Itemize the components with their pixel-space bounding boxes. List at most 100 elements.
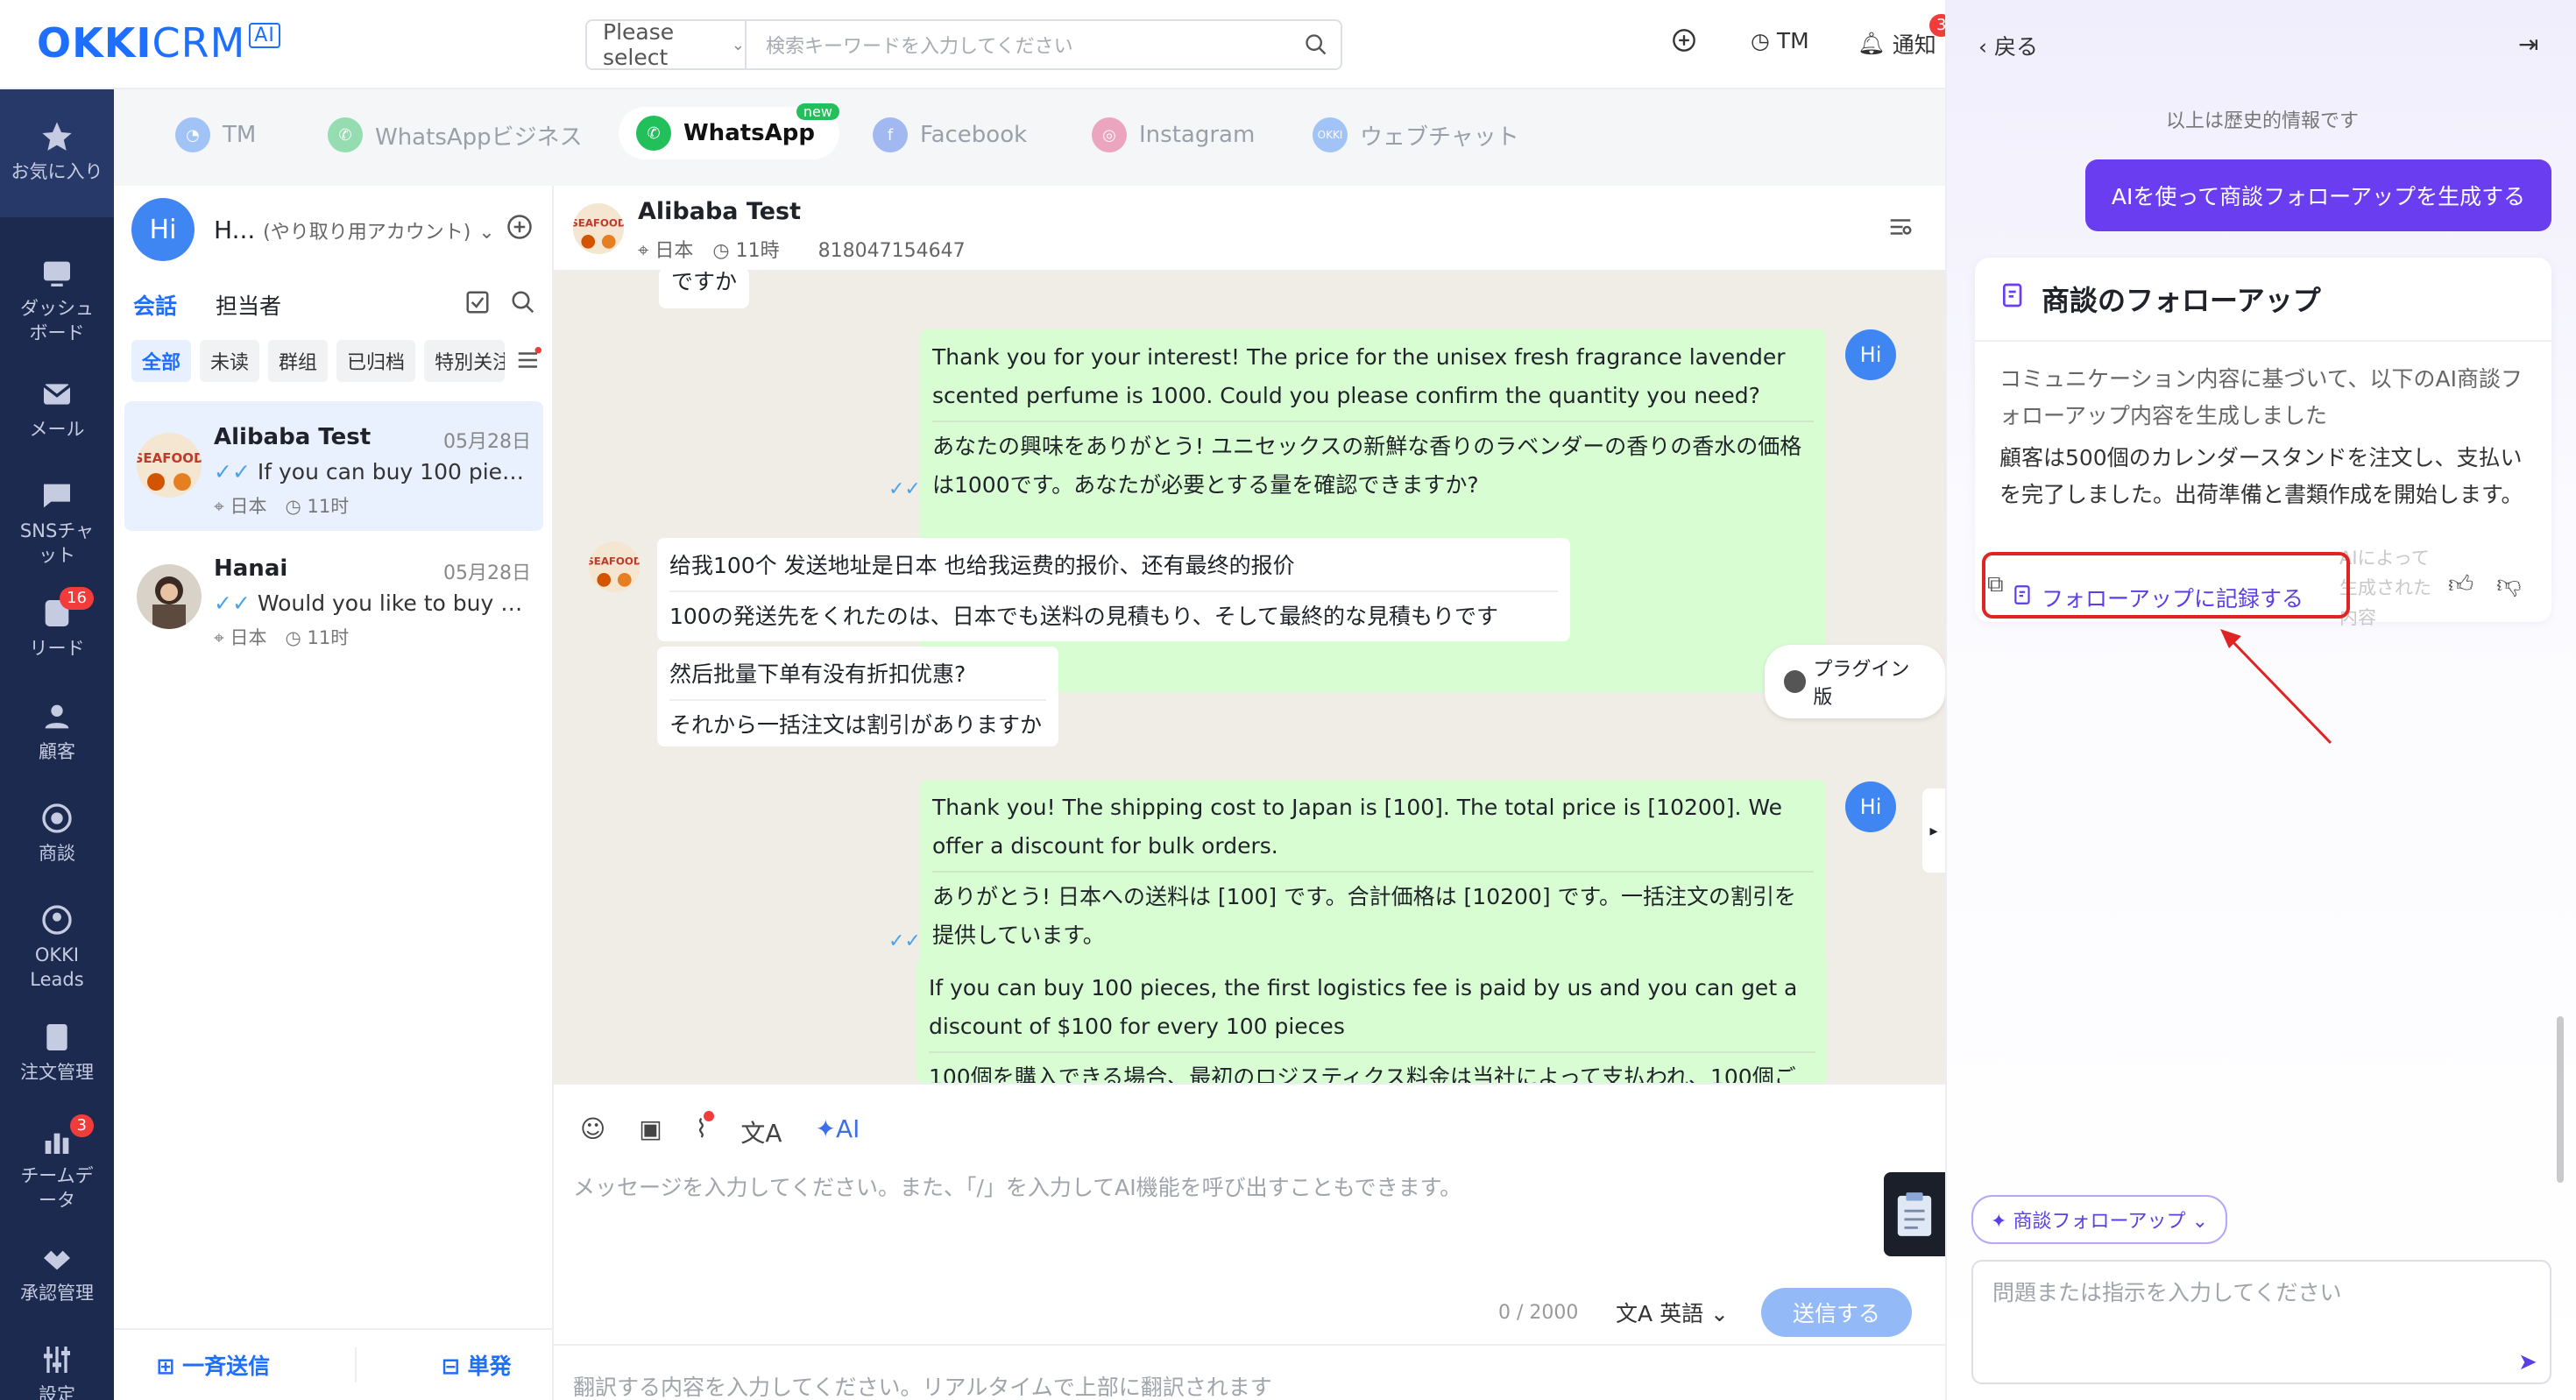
customer-icon bbox=[39, 699, 74, 734]
filter-archived[interactable]: 已归档 bbox=[336, 340, 416, 382]
tm-icon: ◔ bbox=[175, 117, 210, 152]
emoji-icon[interactable]: ☺ bbox=[580, 1114, 605, 1149]
nav-orders[interactable]: 注文管理 bbox=[0, 1020, 114, 1085]
nav-team-data[interactable]: 3 チームデータ bbox=[0, 1114, 114, 1213]
avatar: Hi bbox=[1845, 329, 1896, 380]
read-check-icon: ✓✓ bbox=[214, 459, 251, 484]
single-send-button[interactable]: ⊟ 単発 bbox=[442, 1349, 512, 1381]
tm-button[interactable]: ◷ TM bbox=[1751, 28, 1809, 53]
nav-approvals[interactable]: 承認管理 bbox=[0, 1241, 114, 1305]
nav-okki-leads[interactable]: OKKI Leads bbox=[0, 902, 114, 992]
account-selector[interactable]: Hi H... (やり取り用アカウント) ⌄ bbox=[131, 198, 495, 261]
checklist-icon[interactable] bbox=[464, 289, 491, 319]
mail-icon bbox=[39, 377, 74, 412]
conversation-list-panel: Hi H... (やり取り用アカウント) ⌄ 会話 担当者 全部 未读 群组 已… bbox=[114, 186, 554, 1400]
generate-followup-button[interactable]: AIを使って商談フォローアップを生成する bbox=[2085, 159, 2551, 231]
read-check-icon: ✓✓ bbox=[888, 478, 921, 500]
tab-tm[interactable]: ◔ TM bbox=[175, 117, 256, 152]
expand-handle-icon[interactable]: ▸ bbox=[1922, 788, 1945, 873]
send-button[interactable]: 送信する bbox=[1761, 1288, 1912, 1337]
approval-icon bbox=[39, 1241, 74, 1276]
left-navigation: お気に入り ダッシュボード メール SNSチャット 16 リード 顧客 商談 O… bbox=[0, 89, 114, 1400]
bulk-send-button[interactable]: ⊞ 一斉送信 bbox=[156, 1349, 270, 1381]
annotation-arrow bbox=[2220, 629, 2332, 745]
image-icon[interactable]: ▣ bbox=[639, 1114, 662, 1149]
nav-favorites[interactable]: お気に入り bbox=[0, 89, 114, 217]
nav-mail[interactable]: メール bbox=[0, 377, 114, 442]
chat-icon bbox=[39, 478, 74, 513]
avatar: SEAFOOD bbox=[573, 203, 624, 254]
nav-sns-chat[interactable]: SNSチャット bbox=[0, 478, 114, 568]
back-button[interactable]: ‹ 戻る bbox=[1978, 30, 2038, 61]
clock-icon: ◷ bbox=[1751, 28, 1770, 53]
okki-crm-logo[interactable]: OKKICRM AI bbox=[37, 19, 280, 67]
translation-input[interactable]: 翻訳する内容を入力してください。リアルタイムで上部に翻訳されます bbox=[573, 1370, 1272, 1400]
clipboard-icon[interactable] bbox=[1884, 1172, 1945, 1256]
ai-generated-note: AIによって 生成された 内容 bbox=[2339, 548, 2431, 628]
svg-text:SEAFOOD: SEAFOOD bbox=[573, 217, 624, 230]
tab-whatsapp[interactable]: ✆ WhatsApp new bbox=[619, 103, 839, 159]
svg-text:SEAFOOD: SEAFOOD bbox=[589, 555, 640, 568]
tab-instagram[interactable]: ◎ Instagram bbox=[1092, 117, 1255, 152]
filter-special[interactable]: 特別关注 bbox=[424, 340, 506, 382]
conversation-item-alibaba-test[interactable]: SEAFOOD Alibaba Test 05月28日 ✓✓ If you ca… bbox=[124, 401, 543, 531]
tab-assignee[interactable]: 担当者 bbox=[216, 289, 281, 321]
dashboard-icon bbox=[39, 256, 74, 291]
ai-assist-icon[interactable]: ✦AI bbox=[816, 1114, 860, 1149]
avatar: Hi bbox=[131, 198, 195, 261]
message-bubble: ですか bbox=[659, 268, 750, 308]
add-account-icon[interactable] bbox=[506, 214, 533, 244]
language-select[interactable]: 文A 英語 ⌄ bbox=[1616, 1297, 1729, 1328]
tab-conversations[interactable]: 会話 bbox=[133, 289, 177, 321]
sparkle-icon: ✦ bbox=[1991, 1211, 2007, 1233]
avatar: Hi bbox=[1845, 781, 1896, 832]
attachment-icon[interactable]: ⌇ bbox=[696, 1111, 715, 1149]
conversation-item-hanai[interactable]: Hanai 05月28日 ✓✓ Would you like to buy my… bbox=[124, 533, 543, 662]
history-note: 以上は歴史的情報です bbox=[2165, 110, 2359, 132]
filter-list-icon[interactable] bbox=[515, 347, 541, 377]
thumbs-down-icon[interactable]: 👎︎ bbox=[2496, 569, 2521, 599]
plugin-version-button[interactable]: プラグイン版 bbox=[1765, 645, 1945, 718]
tab-webchat[interactable]: OKKI ウェブチャット bbox=[1313, 117, 1519, 152]
search-input[interactable]: 検索キーワードを入力してください bbox=[747, 31, 1292, 59]
translate-icon[interactable]: 文A bbox=[740, 1114, 782, 1149]
chat-title: Alibaba Test bbox=[638, 198, 802, 225]
filter-groups[interactable]: 群组 bbox=[268, 340, 329, 382]
message-bubble: 然后批量下单有没有折扣优惠? それから一括注文は割引がありますか bbox=[657, 647, 1058, 746]
followup-mode-chip[interactable]: ✦ 商談フォローアップ ⌄ bbox=[1971, 1195, 2227, 1244]
nav-customers[interactable]: 顧客 bbox=[0, 699, 114, 764]
facebook-icon: f bbox=[873, 117, 908, 152]
search-scope-select[interactable]: Please select ⌄ bbox=[587, 19, 747, 70]
nav-deals[interactable]: 商談 bbox=[0, 801, 114, 866]
send-icon[interactable]: ➤ bbox=[2518, 1349, 2537, 1375]
nav-dashboard[interactable]: ダッシュボード bbox=[0, 256, 114, 345]
message-composer: ☺ ▣ ⌇ 文A ✦AI メッセージを入力してください。また、「/」を入力してA… bbox=[554, 1083, 1945, 1400]
read-check-icon: ✓✓ bbox=[214, 590, 251, 616]
bulk-send-icon: ⊞ bbox=[156, 1354, 175, 1379]
tab-whatsapp-business[interactable]: ✆ WhatsAppビジネス bbox=[328, 117, 583, 152]
collapse-panel-icon[interactable]: ⇥ bbox=[2518, 30, 2538, 59]
edit-note-icon bbox=[1999, 281, 2028, 316]
notification-button[interactable]: 🔔︎ 通知 3 bbox=[1858, 14, 1954, 60]
search-icon[interactable] bbox=[510, 289, 536, 319]
thumbs-up-icon[interactable]: 👍︎ bbox=[2448, 569, 2473, 599]
filter-all[interactable]: 全部 bbox=[131, 340, 192, 382]
settings-icon bbox=[39, 1342, 74, 1377]
avatar: SEAFOOD bbox=[589, 541, 640, 592]
search-icon[interactable] bbox=[1292, 32, 1341, 57]
message-input[interactable]: メッセージを入力してください。また、「/」を入力してAI機能を呼び出すこともでき… bbox=[573, 1170, 1461, 1202]
add-icon[interactable] bbox=[1672, 28, 1696, 53]
nav-leads[interactable]: 16 リード bbox=[0, 587, 114, 661]
nav-settings[interactable]: 設定 bbox=[0, 1342, 114, 1400]
avatar bbox=[137, 564, 202, 629]
bell-icon: 🔔︎ bbox=[1858, 31, 1886, 56]
global-search: Please select ⌄ 検索キーワードを入力してください bbox=[585, 19, 1342, 70]
chat-menu-icon[interactable] bbox=[1887, 214, 1914, 244]
highlight-box bbox=[1982, 552, 2350, 619]
tab-facebook[interactable]: f Facebook bbox=[873, 117, 1027, 152]
filter-unread[interactable]: 未读 bbox=[200, 340, 260, 382]
scrollbar[interactable] bbox=[2557, 1016, 2564, 1183]
location-icon: ⌖ bbox=[638, 240, 649, 262]
order-icon bbox=[39, 1020, 74, 1055]
ai-prompt-input[interactable]: 問題または指示を入力してください ➤ bbox=[1971, 1260, 2551, 1384]
